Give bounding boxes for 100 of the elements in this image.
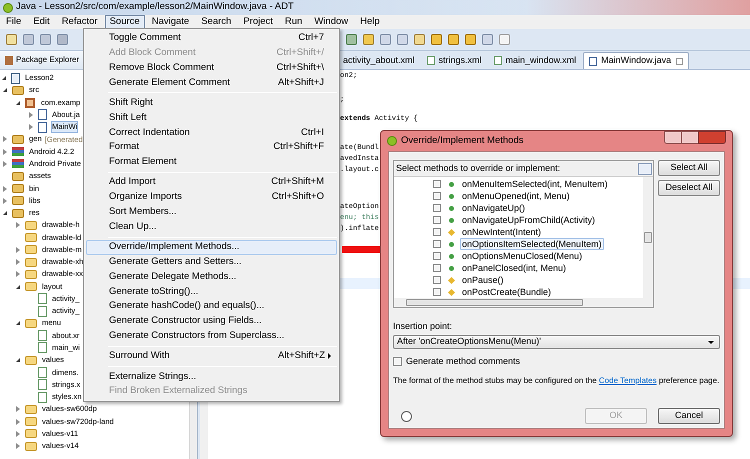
close-icon[interactable] [698, 131, 726, 144]
scrollbar-thumb[interactable] [644, 232, 652, 243]
toolbar-icon[interactable] [499, 34, 510, 45]
editor-tab[interactable]: activity_about.xml [338, 52, 420, 69]
expanded-arrow-icon[interactable] [16, 321, 20, 326]
checkbox[interactable] [433, 204, 441, 212]
collapsed-arrow-icon[interactable] [16, 418, 20, 425]
collapsed-arrow-icon[interactable] [29, 124, 33, 130]
command-entry[interactable]: Clean Up... [86, 220, 337, 234]
method-item[interactable]: onNavigateUpFromChild(Activity) [460, 214, 598, 226]
toolbar-icon[interactable] [397, 34, 408, 45]
minimize-icon[interactable] [664, 131, 682, 144]
method-item[interactable]: onMenuOpened(int, Menu) [460, 190, 572, 202]
toolbar-icon[interactable] [346, 34, 357, 45]
scrollbar-thumb[interactable] [406, 299, 583, 306]
toolbar-icon[interactable] [465, 34, 476, 45]
command-entry[interactable]: Add Import Ctrl+Shift+M [86, 175, 337, 190]
command-entry[interactable]: Generate Delegate Methods... [86, 269, 337, 284]
command-entry[interactable]: Externalize Strings... [86, 369, 337, 384]
collapsed-arrow-icon[interactable] [16, 246, 20, 253]
method-item[interactable]: onPanelClosed(int, Menu) [460, 262, 568, 274]
toolbar-icon[interactable] [414, 34, 425, 45]
menu-bar-item[interactable]: Refactor [56, 15, 103, 29]
toolbar-icon[interactable] [6, 34, 17, 45]
collapsed-arrow-icon[interactable] [3, 136, 7, 142]
side-button[interactable]: Deselect All [658, 180, 720, 196]
command-entry[interactable]: Surround With Alt+Shift+Z [86, 348, 337, 364]
collapsed-arrow-icon[interactable] [3, 198, 7, 204]
menu-bar-item[interactable]: File [1, 15, 26, 29]
method-item[interactable]: onPostCreate(Bundle) [460, 286, 554, 298]
checkbox[interactable] [433, 252, 441, 260]
menu-bar-item[interactable]: Search [196, 15, 236, 29]
toolbar-icon[interactable] [380, 34, 391, 45]
collapsed-arrow-icon[interactable] [3, 186, 7, 192]
collapsed-arrow-icon[interactable] [16, 271, 20, 278]
method-item[interactable]: onMenuItemSelected(int, MenuItem) [460, 178, 610, 190]
toolbar-icon[interactable] [448, 34, 459, 45]
command-entry[interactable]: Format Ctrl+Shift+F [86, 140, 337, 155]
collapsed-arrow-icon[interactable] [16, 406, 20, 412]
command-entry[interactable]: Generate Constructors from Superclass... [86, 328, 337, 344]
menu-bar-item[interactable]: Project [238, 15, 278, 29]
toolbar-icon[interactable] [40, 34, 51, 45]
command-entry[interactable]: Generate Element Comment Alt+Shift+J [86, 75, 337, 90]
horizontal-scrollbar[interactable] [394, 298, 653, 307]
code-templates-link[interactable]: Code Templates [598, 376, 657, 384]
editor-tab[interactable]: strings.xml [422, 52, 487, 69]
menu-bar-item[interactable]: Navigate [146, 15, 194, 29]
checkbox[interactable] [393, 357, 402, 366]
menu-bar-item[interactable]: Edit [28, 15, 55, 29]
collapsed-arrow-icon[interactable] [29, 112, 33, 118]
expanded-arrow-icon[interactable] [3, 88, 7, 92]
command-entry[interactable]: Sort Members... [86, 204, 337, 220]
menu-bar-item[interactable]: Help [355, 15, 385, 29]
menu-bar-item[interactable]: Source [104, 15, 145, 29]
collapsed-arrow-icon[interactable] [16, 443, 20, 450]
method-item[interactable]: onOptionsItemSelected(MenuItem) [460, 238, 604, 250]
command-entry[interactable]: Shift Left [86, 110, 337, 126]
collapsed-arrow-icon[interactable] [16, 259, 20, 266]
menu-bar-item[interactable]: Window [309, 15, 354, 29]
command-entry[interactable]: Remove Block Comment Ctrl+Shift+\ [86, 60, 337, 76]
editor-tab[interactable]: main_window.xml [488, 52, 582, 69]
command-entry[interactable]: Format Element [86, 154, 337, 170]
collapsed-arrow-icon[interactable] [3, 160, 7, 167]
checkbox[interactable] [433, 288, 441, 296]
command-entry[interactable]: Organize Imports Ctrl+Shift+O [86, 190, 337, 205]
insertion-point-dropdown[interactable]: After 'onCreateOptionsMenu(Menu)' [393, 335, 720, 349]
checkbox[interactable] [433, 228, 441, 236]
toolbar-icon[interactable] [482, 34, 493, 45]
expanded-arrow-icon[interactable] [16, 100, 20, 105]
checkbox[interactable] [433, 264, 441, 272]
method-item[interactable]: onNavigateUp() [460, 202, 528, 214]
vertical-scrollbar[interactable] [643, 177, 653, 298]
editor-tab[interactable]: MainWindow.java [583, 52, 690, 69]
expanded-arrow-icon[interactable] [2, 76, 6, 80]
command-entry[interactable]: Generate Constructor using Fields... [86, 314, 337, 329]
command-entry[interactable]: Override/Implement Methods... [86, 240, 337, 255]
toolbar-icon[interactable] [431, 34, 442, 45]
side-button[interactable]: Select All [658, 160, 720, 176]
close-icon[interactable] [676, 58, 684, 64]
checkbox[interactable] [433, 192, 441, 200]
command-entry[interactable]: Toggle Comment Ctrl+7 [86, 31, 337, 46]
method-item[interactable]: onOptionsMenuClosed(Menu) [460, 250, 584, 262]
method-item[interactable]: onNewIntent(Intent) [460, 226, 544, 238]
maximize-icon[interactable] [682, 131, 698, 144]
toolbar-icon[interactable] [57, 34, 68, 45]
command-entry[interactable]: Generate Getters and Setters... [86, 254, 337, 270]
checkbox[interactable] [433, 276, 441, 284]
toolbar-icon[interactable] [23, 34, 34, 45]
expanded-arrow-icon[interactable] [16, 358, 20, 362]
collapsed-arrow-icon[interactable] [16, 222, 20, 228]
checkbox[interactable] [433, 240, 441, 248]
sort-icon[interactable] [638, 162, 652, 174]
expanded-arrow-icon[interactable] [16, 284, 20, 289]
command-entry[interactable]: Correct Indentation Ctrl+I [86, 125, 337, 140]
collapsed-arrow-icon[interactable] [16, 430, 20, 437]
command-entry[interactable]: Generate toString()... [86, 284, 337, 300]
checkbox[interactable] [433, 180, 441, 188]
collapsed-arrow-icon[interactable] [3, 148, 7, 155]
command-entry[interactable]: Shift Right [86, 96, 337, 110]
help-icon[interactable] [401, 410, 412, 422]
